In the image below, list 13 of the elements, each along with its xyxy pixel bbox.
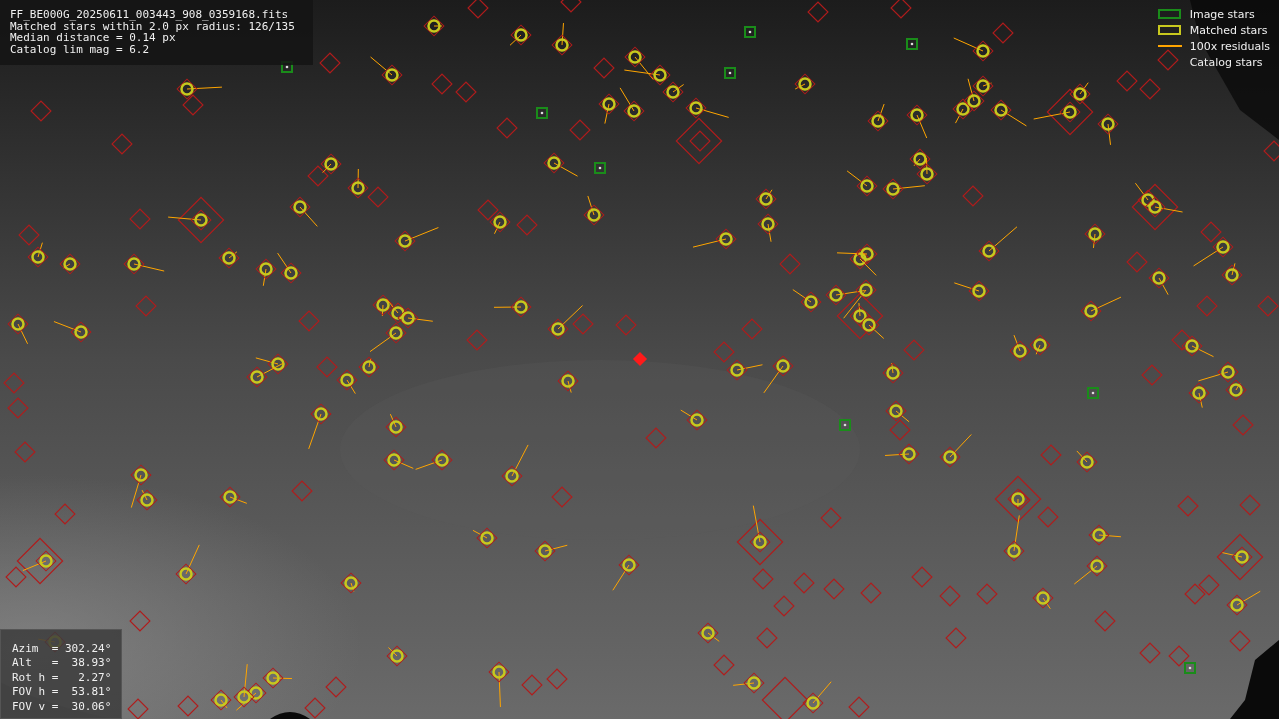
info-text: Catalog lim mag = 6.2	[10, 43, 151, 55]
info-text: Matched stars within 2.0 px radius: 126/135	[10, 20, 295, 32]
legend-label: Image stars	[1189, 7, 1255, 21]
pointing-text: FOV v = 30.06°	[12, 699, 112, 714]
legend-label: 100x residuals	[1189, 39, 1270, 53]
pointing-text: Azim = 302.24°	[12, 641, 112, 656]
info-text: Median distance = 0.14 px	[10, 32, 176, 44]
pointing-text: Rot h = 2.27°	[12, 670, 112, 685]
pointing-text: Alt = 38.93°	[12, 656, 112, 671]
info-text: FF_BE000G_20250611_003443_908_0359168.fits	[10, 9, 290, 21]
legend-label: Matched stars	[1189, 23, 1268, 37]
pointing-text: FOV h = 53.81°	[12, 685, 112, 700]
legend-label: Catalog stars	[1189, 55, 1263, 69]
